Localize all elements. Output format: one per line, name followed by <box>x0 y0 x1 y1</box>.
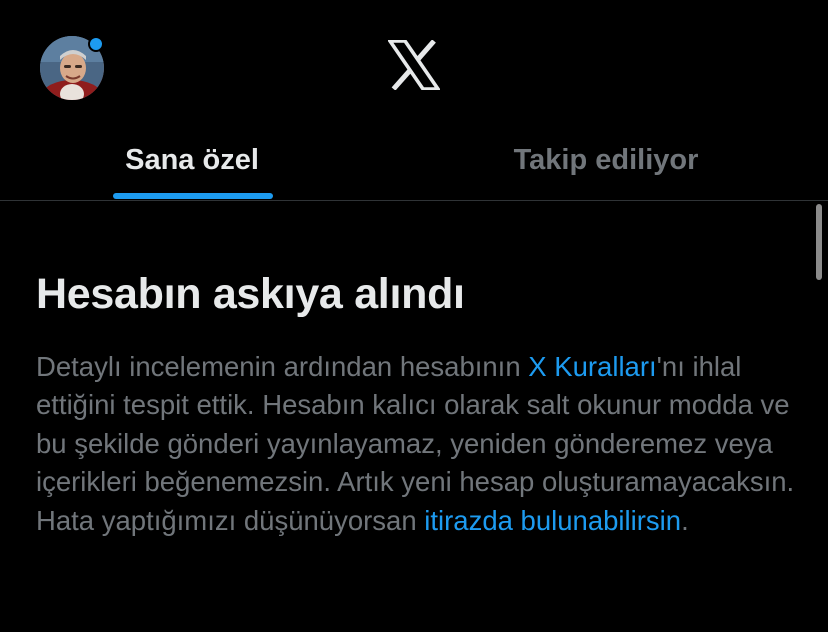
top-bar <box>0 0 828 120</box>
timeline-tabs: Sana özel Takip ediliyor <box>0 120 828 201</box>
notification-dot <box>88 36 104 52</box>
active-tab-indicator <box>113 193 273 199</box>
scrollbar[interactable] <box>816 204 822 280</box>
profile-button[interactable] <box>40 36 104 100</box>
suspension-notice: Hesabın askıya alındı Detaylı incelemeni… <box>36 264 796 540</box>
tab-for-you[interactable]: Sana özel <box>60 120 324 200</box>
notice-body-text: . <box>681 504 689 536</box>
x-logo-icon[interactable] <box>386 39 442 91</box>
notice-body: Detaylı incelemenin ardından hesabının X… <box>36 348 796 540</box>
tab-following[interactable]: Takip ediliyor <box>430 120 782 200</box>
x-rules-link[interactable]: X Kuralları <box>528 351 656 382</box>
app-screen: Sana özel Takip ediliyor Hesabın askıya … <box>0 0 828 632</box>
appeal-link[interactable]: itirazda bulunabilirsin <box>424 505 681 536</box>
notice-body-text: Detaylı incelemenin ardından hesabının <box>36 351 529 382</box>
notice-title: Hesabın askıya alındı <box>36 270 465 318</box>
